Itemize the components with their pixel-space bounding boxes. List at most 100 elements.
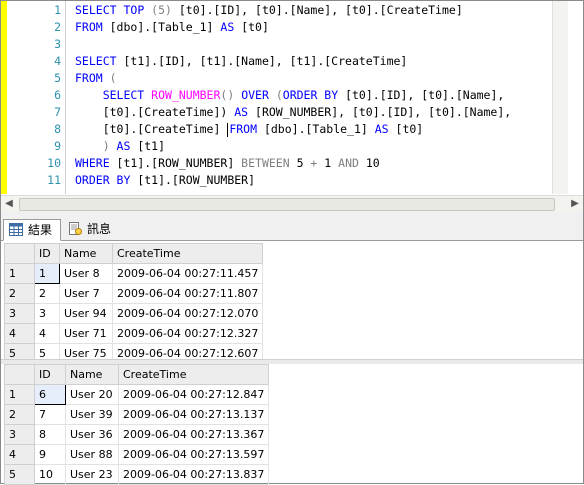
code-line[interactable]: 10 WHERE [t1].[ROW_NUMBER] BETWEEN 5 + 1 … [1,155,568,172]
code-text[interactable]: WHERE [t1].[ROW_NUMBER] BETWEEN 5 + 1 AN… [75,155,380,172]
table-row[interactable]: 1 1 User 8 2009-06-04 00:27:11.457 [4,263,264,284]
row-number-cell[interactable]: 5 [4,464,35,485]
column-header-name[interactable]: Name [65,364,119,385]
name-cell[interactable]: User 88 [65,444,119,465]
row-number-cell[interactable]: 2 [4,404,35,425]
row-number-cell[interactable]: 2 [4,283,35,304]
sql-identifier: [dbo].[Table_1] [109,20,221,34]
column-header-createtime[interactable]: CreateTime [111,243,264,264]
table-row[interactable]: 3 8 User 36 2009-06-04 00:27:13.367 [4,424,270,445]
row-number-cell[interactable]: 4 [4,323,35,344]
scroll-right-icon[interactable]: ▶ [569,198,581,210]
sql-identifier: [ROW_NUMBER], [t0].[ID], [t0].[Name], [255,105,512,119]
code-text[interactable]: SELECT TOP (5) [t0].[ID], [t0].[Name], [… [75,2,463,19]
row-number-cell[interactable]: 3 [4,303,35,324]
code-text[interactable]: [t0].[CreateTime]) AS [ROW_NUMBER], [t0]… [75,104,512,121]
code-text[interactable]: ORDER BY [t1].[ROW_NUMBER] [75,172,255,189]
column-header-id[interactable]: ID [34,243,60,264]
code-line[interactable]: 5 FROM ( [1,70,568,87]
sql-identifier: [dbo].[Table_1] [263,122,375,136]
id-cell[interactable]: 6 [34,384,66,405]
id-cell[interactable]: 9 [34,444,66,465]
tab-messages[interactable]: 訊息 [63,219,119,239]
sql-identifier: [t0] [241,20,269,34]
sql-keyword: SELECT [75,88,152,102]
sql-keyword: SELECT [75,3,124,17]
sql-operator: BETWEEN [241,156,297,170]
name-cell[interactable]: User 71 [59,323,113,344]
tab-results[interactable]: 結果 [3,219,62,241]
line-number: 10 [47,156,61,170]
createtime-cell[interactable]: 2009-06-04 00:27:13.597 [117,444,270,465]
table-row[interactable]: 3 3 User 94 2009-06-04 00:27:12.070 [4,303,264,324]
code-line[interactable]: 7 [t0].[CreateTime]) AS [ROW_NUMBER], [t… [1,104,568,121]
grid-header-row: ID Name CreateTime [4,243,264,264]
name-cell[interactable]: User 36 [65,424,119,445]
code-line[interactable]: 11 ORDER BY [t1].[ROW_NUMBER] [1,172,568,189]
table-row[interactable]: 4 4 User 71 2009-06-04 00:27:12.327 [4,323,264,344]
row-number-cell[interactable]: 1 [4,384,35,405]
createtime-cell[interactable]: 2009-06-04 00:27:13.137 [117,404,270,425]
line-number: 4 [54,54,61,68]
code-line[interactable]: 1 SELECT TOP (5) [t0].[ID], [t0].[Name], … [1,2,568,19]
createtime-cell[interactable]: 2009-06-04 00:27:11.807 [111,283,264,304]
results-grid-1[interactable]: ID Name CreateTime 1 1 User 8 2009-06-04 00… [4,243,264,364]
row-number-cell[interactable]: 3 [4,424,35,445]
results-grid-2[interactable]: ID Name CreateTime 1 6 User 20 2009-06-04 0… [4,364,270,485]
code-text[interactable]: FROM [dbo].[Table_1] AS [t0] [75,19,269,36]
name-cell[interactable]: User 8 [59,263,113,284]
column-header-id[interactable]: ID [34,364,66,385]
createtime-cell[interactable]: 2009-06-04 00:27:11.457 [111,263,264,284]
id-cell[interactable]: 8 [34,424,66,445]
id-cell[interactable]: 2 [34,283,60,304]
name-cell[interactable]: User 94 [59,303,113,324]
code-line[interactable]: 9 ) AS [t1] [1,138,568,155]
table-row[interactable]: 1 6 User 20 2009-06-04 00:27:12.847 [4,384,270,405]
code-line[interactable]: 6 SELECT ROW_NUMBER() OVER (ORDER BY [t0… [1,87,568,104]
id-cell[interactable]: 7 [34,404,66,425]
code-text[interactable]: SELECT [t1].[ID], [t1].[Name], [t1].[Cre… [75,53,407,70]
query-window: 1 SELECT TOP (5) [t0].[ID], [t0].[Name], … [0,0,584,485]
scroll-left-icon[interactable]: ◀ [3,198,15,210]
createtime-cell[interactable]: 2009-06-04 00:27:13.367 [117,424,270,445]
column-header-createtime[interactable]: CreateTime [117,364,270,385]
sql-identifier: [t0] [395,122,424,136]
row-number-cell[interactable]: 4 [4,444,35,465]
editor-vertical-scrollbar[interactable] [552,1,568,194]
name-cell[interactable]: User 23 [65,464,119,485]
name-cell[interactable]: User 20 [65,384,119,405]
sql-editor[interactable]: 1 SELECT TOP (5) [t0].[ID], [t0].[Name], … [1,1,568,194]
id-cell[interactable]: 3 [34,303,60,324]
code-text[interactable]: FROM ( [75,70,117,87]
sql-keyword: FROM [75,20,110,34]
column-header-name[interactable]: Name [59,243,113,264]
table-row[interactable]: 2 2 User 7 2009-06-04 00:27:11.807 [4,283,264,304]
sql-identifier: [t1].[ROW_NUMBER] [116,156,242,170]
code-line[interactable]: 3 [1,36,568,53]
name-cell[interactable]: User 7 [59,283,113,304]
sql-keyword: ORDER BY [75,173,138,187]
code-line[interactable]: 8 [t0].[CreateTime] FROM [dbo].[Table_1]… [1,121,568,138]
row-number-cell[interactable]: 1 [4,263,35,284]
id-cell[interactable]: 10 [34,464,66,485]
corner-cell[interactable] [4,364,35,385]
scroll-thumb[interactable] [19,198,555,211]
createtime-cell[interactable]: 2009-06-04 00:27:12.327 [111,323,264,344]
table-row[interactable]: 2 7 User 39 2009-06-04 00:27:13.137 [4,404,270,425]
corner-cell[interactable] [4,243,35,264]
code-text[interactable]: ) AS [t1] [75,138,165,155]
tab-results-label: 結果 [28,223,53,237]
table-row[interactable]: 5 10 User 23 2009-06-04 00:27:13.837 [4,464,270,485]
createtime-cell[interactable]: 2009-06-04 00:27:12.847 [117,384,270,405]
code-line[interactable]: 4 SELECT [t1].[ID], [t1].[Name], [t1].[Cr… [1,53,568,70]
id-cell[interactable]: 1 [34,263,60,284]
createtime-cell[interactable]: 2009-06-04 00:27:12.070 [111,303,264,324]
id-cell[interactable]: 4 [34,323,60,344]
code-text[interactable]: [t0].[CreateTime] FROM [dbo].[Table_1] A… [75,121,423,138]
code-text[interactable]: SELECT ROW_NUMBER() OVER (ORDER BY [t0].… [75,87,505,104]
sql-keyword: WHERE [75,156,117,170]
code-line[interactable]: 2 FROM [dbo].[Table_1] AS [t0] [1,19,568,36]
name-cell[interactable]: User 39 [65,404,119,425]
table-row[interactable]: 4 9 User 88 2009-06-04 00:27:13.597 [4,444,270,465]
createtime-cell[interactable]: 2009-06-04 00:27:13.837 [117,464,270,485]
